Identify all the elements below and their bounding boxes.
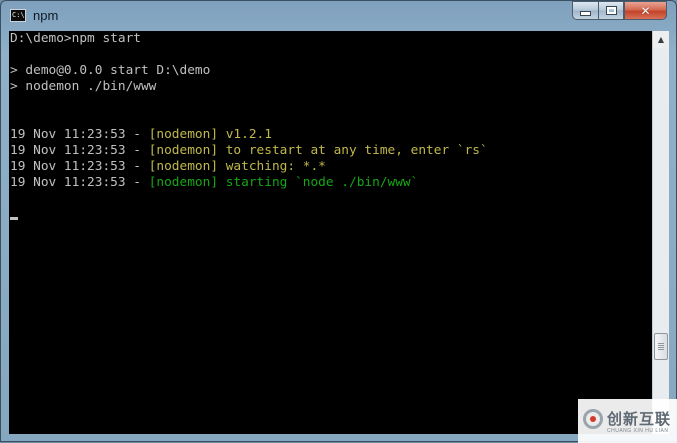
log-timestamp: 19 Nov 11:23:53 - [10,175,149,190]
console-line: > demo@0.0.0 start D:\demo [9,63,652,79]
minimize-button[interactable] [572,1,598,20]
console-line: D:\demo>npm start [9,31,652,47]
console-line: 19 Nov 11:23:53 - [nodemon] starting `no… [9,175,652,191]
close-button[interactable]: ✕ [624,1,667,20]
nodemon-message: [nodemon] v1.2.1 [148,127,272,142]
window-title: npm [33,8,59,23]
title-bar[interactable]: C:\ npm ✕ [1,1,676,31]
nodemon-message: [nodemon] watching: *.* [148,159,326,174]
minimize-icon [580,11,591,16]
watermark-text: 创新互联 [607,410,672,428]
log-timestamp: 19 Nov 11:23:53 - [10,143,149,158]
nodemon-message: [nodemon] starting `node ./bin/www` [148,175,419,190]
vertical-scrollbar[interactable]: ▲ ▼ [652,31,669,434]
console-window: C:\ npm ✕ D:\demo>npm start > demo@0.0.0… [0,0,677,443]
scroll-up-button[interactable]: ▲ [653,31,669,48]
npm-script-line: > nodemon ./bin/www [10,79,157,94]
watermark: 创新互联 CHUANG XIN HU LIAN [578,399,677,443]
log-timestamp: 19 Nov 11:23:53 - [10,159,149,174]
text-cursor [10,217,18,220]
chevron-up-icon: ▲ [657,35,665,44]
console-line: 19 Nov 11:23:53 - [nodemon] to restart a… [9,143,652,159]
watermark-subtext: CHUANG XIN HU LIAN [607,428,669,434]
console-icon[interactable]: C:\ [10,9,26,22]
maximize-icon [605,6,617,15]
command-prompt: D:\demo>npm start [10,31,141,46]
grip-icon [658,343,664,350]
chuangxin-logo-icon [583,409,603,429]
maximize-button[interactable] [598,1,624,20]
console-line: 19 Nov 11:23:53 - [nodemon] v1.2.1 [9,127,652,143]
console-line: 19 Nov 11:23:53 - [nodemon] watching: *.… [9,159,652,175]
close-icon: ✕ [640,3,651,18]
console-output[interactable]: D:\demo>npm start > demo@0.0.0 start D:\… [9,31,652,434]
nodemon-message: [nodemon] to restart at any time, enter … [148,143,488,158]
console-line [9,207,652,223]
log-timestamp: 19 Nov 11:23:53 - [10,127,149,142]
caption-buttons: ✕ [572,1,667,20]
npm-script-line: > demo@0.0.0 start D:\demo [10,63,211,78]
console-line: > nodemon ./bin/www [9,79,652,95]
scrollbar-thumb[interactable] [654,333,668,360]
